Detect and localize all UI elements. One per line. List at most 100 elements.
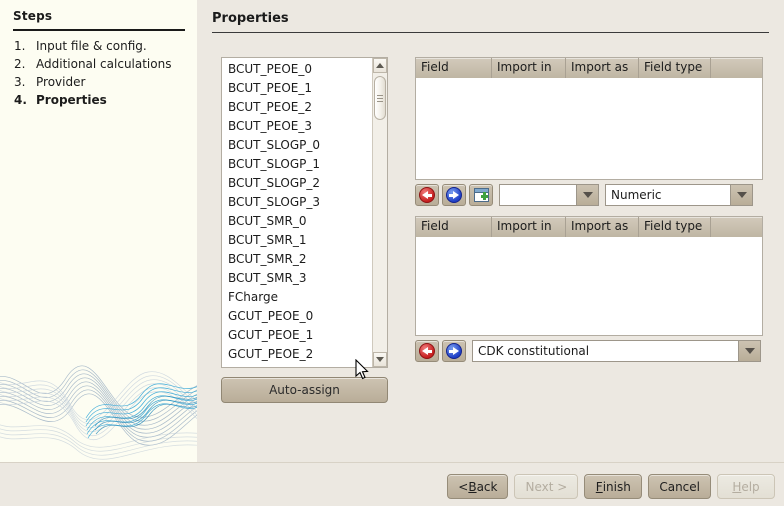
column-header-field-type[interactable]: Field type	[639, 217, 711, 237]
property-list-scrollbar[interactable]	[372, 58, 387, 367]
button-label-post: ancel	[667, 479, 700, 494]
provider-combo-value: CDK constitutional	[478, 344, 590, 358]
button-label-pre: N	[525, 479, 535, 494]
step-number: 1.	[14, 39, 26, 53]
list-item[interactable]: BCUT_SLOGP_0	[226, 136, 372, 155]
cancel-button[interactable]: Cancel	[648, 474, 711, 499]
step-number: 3.	[14, 75, 26, 89]
property-list-box[interactable]: BCUT_PEOE_0 BCUT_PEOE_1 BCUT_PEOE_2 BCUT_PE…	[221, 57, 388, 368]
chevron-down-icon	[582, 192, 593, 198]
step-item-2: 2. Additional calculations	[14, 57, 194, 75]
import-fields-table-top[interactable]: Field Import in Import as Field type	[415, 57, 763, 180]
scrollbar-grip-icon	[377, 95, 383, 96]
move-left-button[interactable]	[415, 184, 439, 206]
bottom-provider-toolbar: CDK constitutional	[415, 339, 763, 363]
list-item[interactable]: GCUT_PEOE_0	[226, 307, 372, 326]
help-button: Help	[717, 474, 775, 499]
move-left-button[interactable]	[415, 340, 439, 362]
auto-assign-label: Auto-assign	[269, 383, 340, 397]
column-header-field[interactable]: Field	[416, 58, 492, 78]
step-item-4: 4. Properties	[14, 93, 194, 111]
scrollbar-thumb[interactable]	[374, 76, 386, 120]
button-label-post: ack	[476, 479, 498, 494]
step-item-3: 3. Provider	[14, 75, 194, 93]
add-window-icon	[473, 188, 489, 202]
table-header-row: Field Import in Import as Field type	[416, 58, 762, 78]
red-left-arrow-icon	[419, 343, 435, 359]
triangle-up-icon	[376, 63, 384, 68]
step-number: 2.	[14, 57, 26, 71]
table-body-bottom[interactable]	[416, 237, 762, 335]
step-label: Properties	[36, 93, 107, 107]
chevron-down-icon	[744, 348, 755, 354]
properties-panel: Properties BCUT_PEOE_0 BCUT_PEOE_1 BCUT_PE…	[197, 0, 784, 462]
next-button: Next >	[514, 474, 579, 499]
button-label-mnemonic: F	[595, 479, 603, 494]
provider-combo[interactable]: CDK constitutional	[472, 340, 761, 362]
auto-assign-button[interactable]: Auto-assign	[221, 377, 388, 403]
scroll-up-button[interactable]	[373, 58, 387, 73]
button-label-post: ext >	[534, 479, 568, 494]
field-name-combo[interactable]	[499, 184, 599, 206]
column-header-import-in[interactable]: Import in	[492, 58, 566, 78]
button-label-pre: <	[458, 479, 469, 494]
provider-combo-dropdown[interactable]	[738, 341, 760, 361]
list-item[interactable]: BCUT_PEOE_0	[226, 60, 372, 79]
page-title-underline	[212, 32, 769, 33]
chevron-down-icon	[736, 192, 747, 198]
step-label: Input file & config.	[36, 39, 147, 53]
add-field-button[interactable]	[469, 184, 493, 206]
blue-right-arrow-icon	[446, 343, 462, 359]
wizard-footer: < Back Next > Finish Cancel Help	[0, 463, 784, 506]
steps-title-underline	[13, 29, 185, 31]
finish-button[interactable]: Finish	[584, 474, 643, 499]
move-right-button[interactable]	[442, 340, 466, 362]
steps-list: 1. Input file & config. 2. Additional calcu…	[14, 39, 194, 111]
field-type-combo-value: Numeric	[611, 188, 662, 202]
column-header-import-in[interactable]: Import in	[492, 217, 566, 237]
wizard-button-bar: < Back Next > Finish Cancel Help	[447, 474, 775, 499]
back-button[interactable]: < Back	[447, 474, 509, 499]
column-header-filler	[711, 217, 762, 237]
field-name-combo-dropdown[interactable]	[576, 185, 598, 205]
step-label: Provider	[36, 75, 86, 89]
list-item[interactable]: BCUT_PEOE_3	[226, 117, 372, 136]
page-title: Properties	[212, 11, 289, 26]
property-list-items[interactable]: BCUT_PEOE_0 BCUT_PEOE_1 BCUT_PEOE_2 BCUT_PE…	[222, 58, 372, 367]
list-item[interactable]: BCUT_SMR_0	[226, 212, 372, 231]
column-header-import-as[interactable]: Import as	[566, 217, 639, 237]
field-type-combo-dropdown[interactable]	[730, 185, 752, 205]
steps-sidebar: Steps 1. Input file & config. 2. Additional…	[0, 0, 197, 462]
button-label-pre: C	[659, 479, 668, 494]
list-item[interactable]: BCUT_SLOGP_1	[226, 155, 372, 174]
triangle-down-icon	[376, 357, 384, 362]
field-type-combo[interactable]: Numeric	[605, 184, 753, 206]
list-item[interactable]: BCUT_PEOE_1	[226, 79, 372, 98]
button-label-mnemonic: H	[732, 479, 742, 494]
list-item[interactable]: BCUT_SMR_1	[226, 231, 372, 250]
column-header-field[interactable]: Field	[416, 217, 492, 237]
table-header-row: Field Import in Import as Field type	[416, 217, 762, 237]
list-item[interactable]: BCUT_SMR_3	[226, 269, 372, 288]
list-item[interactable]: BCUT_SLOGP_3	[226, 193, 372, 212]
list-item[interactable]: BCUT_SMR_2	[226, 250, 372, 269]
blue-right-arrow-icon	[446, 187, 462, 203]
list-item[interactable]: GCUT_PEOE_2	[226, 345, 372, 364]
decorative-wave-graphic	[0, 365, 197, 460]
button-label-post: elp	[741, 479, 760, 494]
move-right-button[interactable]	[442, 184, 466, 206]
top-field-toolbar: Numeric	[415, 183, 763, 207]
scroll-down-button[interactable]	[373, 352, 387, 367]
column-header-import-as[interactable]: Import as	[566, 58, 639, 78]
step-item-1: 1. Input file & config.	[14, 39, 194, 57]
list-item[interactable]: BCUT_SLOGP_2	[226, 174, 372, 193]
column-header-field-type[interactable]: Field type	[639, 58, 711, 78]
list-item[interactable]: FCharge	[226, 288, 372, 307]
table-body-top[interactable]	[416, 78, 762, 179]
column-header-filler	[711, 58, 762, 78]
wizard-window: Steps 1. Input file & config. 2. Additional…	[0, 0, 784, 506]
button-label-mnemonic: B	[468, 479, 477, 494]
list-item[interactable]: BCUT_PEOE_2	[226, 98, 372, 117]
import-fields-table-bottom[interactable]: Field Import in Import as Field type	[415, 216, 763, 336]
list-item[interactable]: GCUT_PEOE_1	[226, 326, 372, 345]
